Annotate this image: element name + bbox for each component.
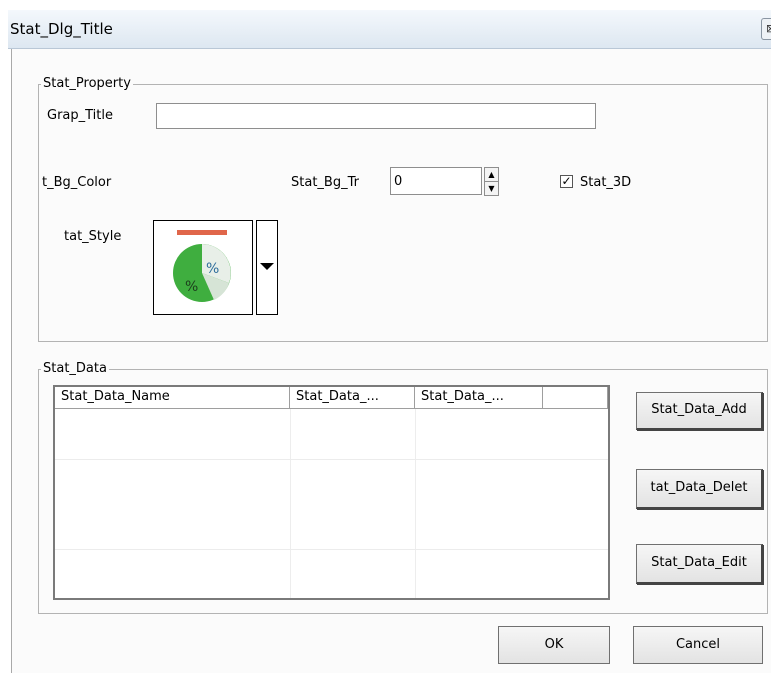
style-dropdown-button[interactable] bbox=[256, 220, 278, 315]
delete-data-button[interactable]: tat_Data_Delet bbox=[636, 469, 763, 509]
bg-tr-label: Stat_Bg_Tr bbox=[291, 175, 359, 190]
bg-tr-input[interactable] bbox=[390, 167, 482, 195]
bg-tr-spin-down[interactable]: ▼ bbox=[484, 181, 499, 196]
window-title: Stat_Dlg_Title bbox=[10, 20, 113, 38]
list-header: Stat_Data_Name Stat_Data_... Stat_Data_.… bbox=[55, 387, 608, 409]
svg-text:%: % bbox=[185, 279, 198, 295]
column-header-value-1[interactable]: Stat_Data_... bbox=[290, 387, 415, 409]
cancel-button[interactable]: Cancel bbox=[633, 626, 763, 664]
bg-tr-spin-up[interactable]: ▲ bbox=[484, 167, 499, 182]
close-icon: ⊠ bbox=[766, 22, 771, 35]
title-bar[interactable]: Stat_Dlg_Title ⊠ bbox=[8, 10, 771, 49]
ok-button[interactable]: OK bbox=[498, 626, 610, 664]
dialog-client: Stat_Property Grap_Title t_Bg_Color Stat… bbox=[11, 49, 771, 673]
property-group-legend: Stat_Property bbox=[41, 76, 133, 91]
pie-chart-percent-icon: % % bbox=[173, 230, 231, 302]
svg-text:%: % bbox=[206, 261, 219, 277]
grid-line bbox=[55, 459, 608, 460]
style-preview[interactable]: % % bbox=[153, 220, 253, 315]
dialog-window: Stat_Dlg_Title ⊠ Stat_Property Grap_Titl… bbox=[8, 10, 771, 673]
column-header-name[interactable]: Stat_Data_Name bbox=[55, 387, 290, 409]
data-list-view[interactable]: Stat_Data_Name Stat_Data_... Stat_Data_.… bbox=[53, 385, 610, 600]
column-header-value-2[interactable]: Stat_Data_... bbox=[415, 387, 543, 409]
grid-line bbox=[290, 409, 291, 598]
dropdown-arrow-icon bbox=[260, 263, 274, 270]
style-label: tat_Style bbox=[64, 229, 122, 244]
add-data-button[interactable]: Stat_Data_Add bbox=[636, 392, 763, 430]
grid-line bbox=[55, 549, 608, 550]
close-button[interactable]: ⊠ bbox=[761, 18, 771, 40]
grid-line bbox=[415, 409, 416, 598]
graph-title-input[interactable] bbox=[156, 103, 596, 129]
column-header-spacer bbox=[543, 387, 608, 409]
graph-title-label: Grap_Title bbox=[47, 108, 113, 123]
three-d-checkbox[interactable]: ✓ bbox=[560, 175, 573, 188]
three-d-label: Stat_3D bbox=[580, 175, 632, 190]
edit-data-button[interactable]: Stat_Data_Edit bbox=[636, 544, 763, 584]
data-group-legend: Stat_Data bbox=[41, 361, 109, 376]
check-icon: ✓ bbox=[561, 174, 572, 188]
bg-color-label: t_Bg_Color bbox=[42, 175, 112, 190]
